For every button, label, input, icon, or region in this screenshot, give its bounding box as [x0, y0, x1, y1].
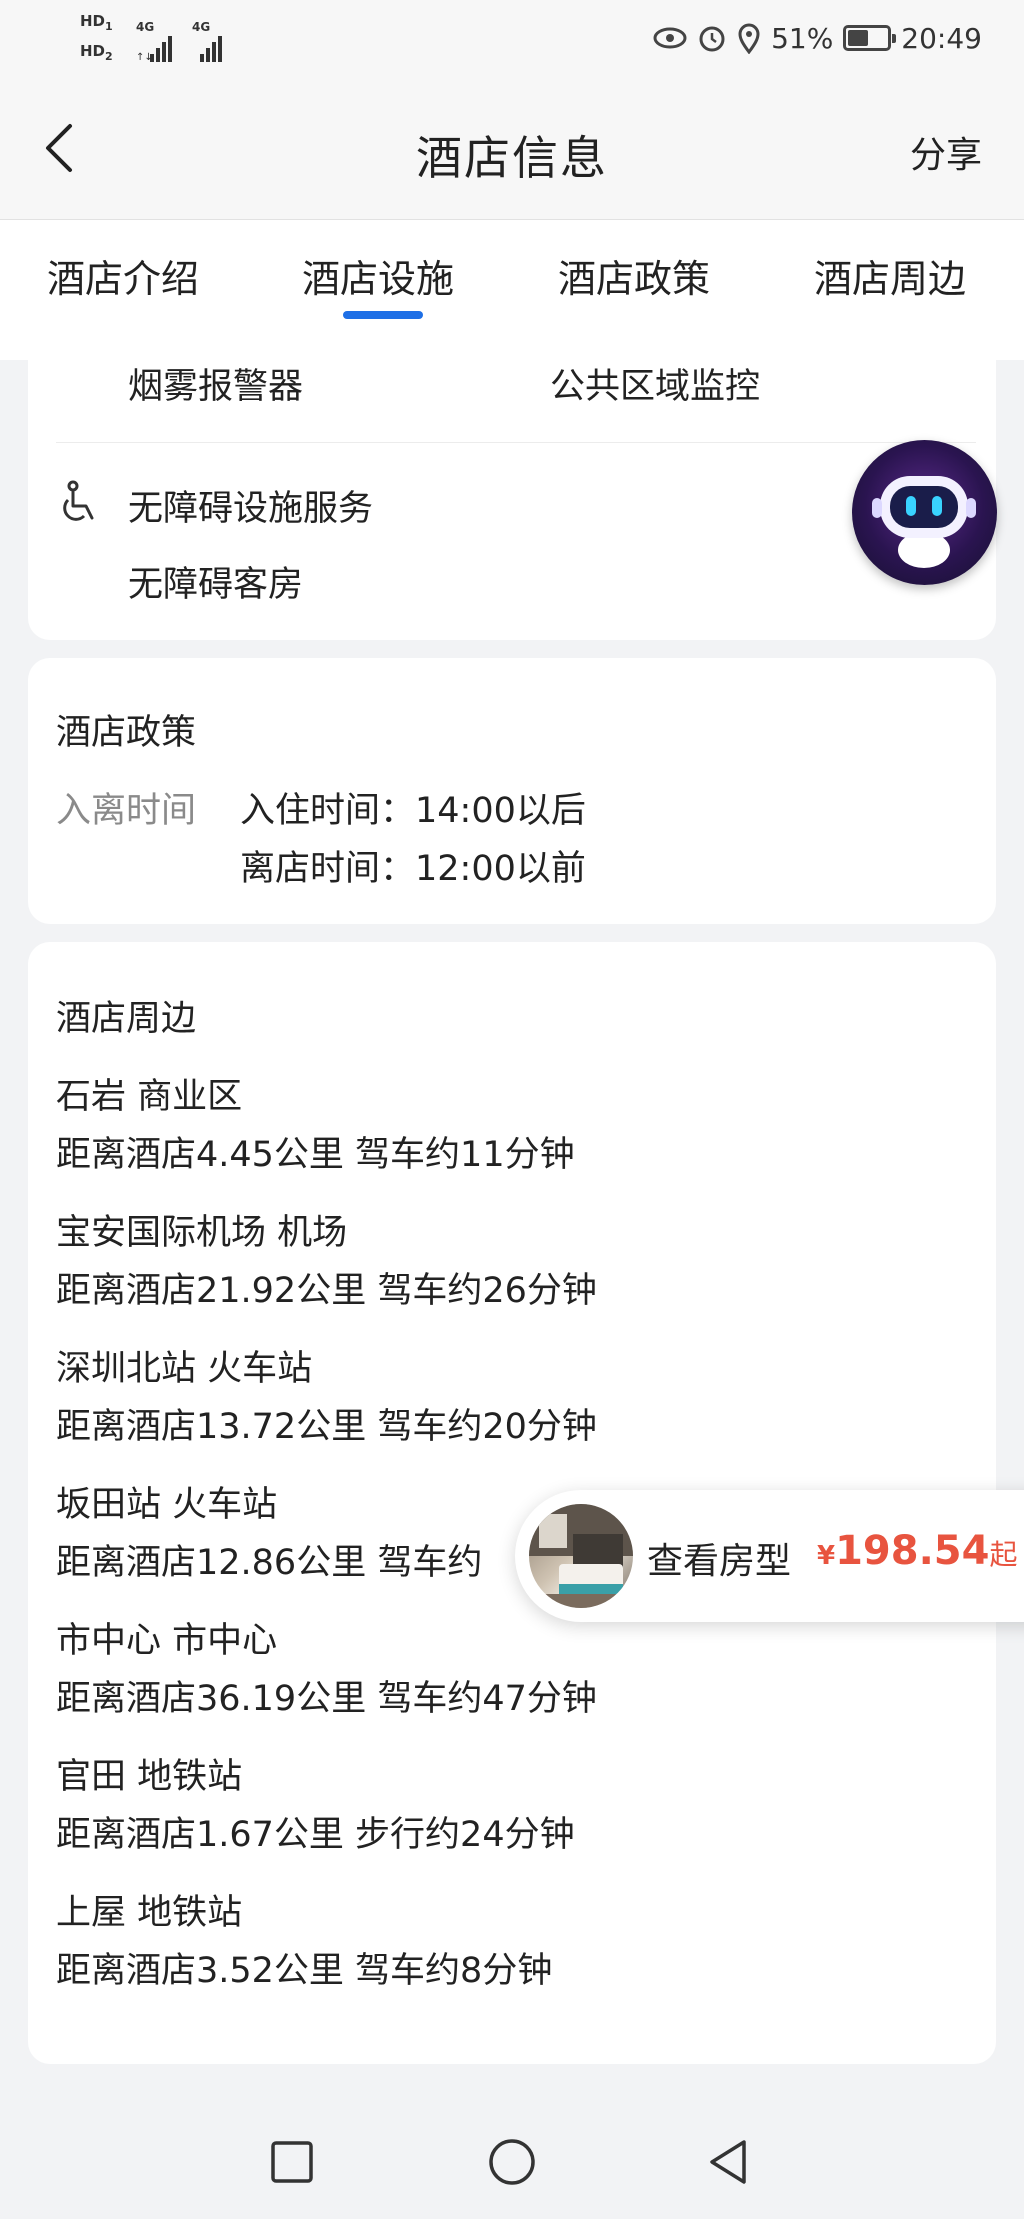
place-detail: 距离酒店3.52公里 驾车约8分钟 — [56, 1951, 553, 1991]
checkout-time: 离店时间：12:00以前 — [240, 849, 586, 889]
facility-item: 烟雾报警器 — [128, 367, 304, 407]
price-currency: ¥ — [817, 1541, 836, 1571]
location-icon — [738, 23, 760, 54]
alarm-icon — [699, 26, 725, 52]
price-amount: 198.54 — [835, 1528, 990, 1574]
nav-recent-icon[interactable] — [270, 2140, 314, 2184]
nav-home-icon[interactable] — [488, 2138, 536, 2186]
checkin-time: 入住时间：14:00以后 — [240, 791, 586, 831]
facilities-card: 烟雾报警器 公共区域监控 无障碍设施服务 无障碍客房 — [28, 340, 996, 640]
signal-bars-2-icon — [200, 36, 222, 62]
place-name: 深圳北站 火车站 — [56, 1349, 313, 1389]
status-bar: HD1 HD2 4G ↑↓ 4G 51% 20:49 — [0, 0, 1024, 78]
battery-percent: 51% — [771, 21, 834, 55]
place-detail: 距离酒店21.92公里 驾车约26分钟 — [56, 1271, 597, 1311]
tab-hotel-nearby[interactable]: 酒店周边 — [814, 248, 966, 303]
place-name: 上屋 地铁站 — [56, 1893, 243, 1933]
place-name: 坂田站 火车站 — [56, 1485, 278, 1525]
view-room-types-label: 查看房型 — [647, 1541, 792, 1582]
room-price: ¥198.54起 — [817, 1528, 1017, 1574]
policy-label: 入离时间 — [56, 791, 197, 831]
divider — [56, 442, 976, 443]
hd-label-1: HD1 — [80, 12, 113, 33]
place-detail: 距离酒店1.67公里 步行约24分钟 — [56, 1815, 575, 1855]
tab-hotel-policy[interactable]: 酒店政策 — [558, 248, 710, 303]
price-suffix: 起 — [989, 1538, 1018, 1571]
policy-title: 酒店政策 — [56, 713, 197, 753]
status-right: 51% 20:49 — [653, 18, 982, 58]
wheelchair-icon — [63, 480, 94, 521]
nearby-title: 酒店周边 — [56, 999, 197, 1039]
view-room-types-button[interactable]: 查看房型 ¥198.54起 — [515, 1490, 1024, 1622]
app-header: 酒店信息 分享 — [0, 78, 1024, 220]
place-detail: 距离酒店12.86公里 驾车约 — [56, 1543, 483, 1583]
place-detail: 距离酒店36.19公里 驾车约47分钟 — [56, 1679, 597, 1719]
system-nav-bar — [0, 2104, 1024, 2219]
place-detail: 距离酒店13.72公里 驾车约20分钟 — [56, 1407, 597, 1447]
place-name: 市中心 市中心 — [56, 1621, 278, 1661]
facility-item: 无障碍客房 — [128, 565, 304, 605]
place-name: 石岩 商业区 — [56, 1077, 243, 1117]
tab-hotel-intro[interactable]: 酒店介绍 — [47, 248, 199, 303]
nav-back-icon[interactable] — [706, 2138, 750, 2186]
share-button[interactable]: 分享 — [910, 126, 982, 178]
active-tab-indicator — [343, 311, 423, 319]
robot-assistant-icon — [872, 476, 976, 568]
accessibility-title: 无障碍设施服务 — [128, 489, 374, 529]
tab-bar: 酒店介绍 酒店设施 酒店政策 酒店周边 — [0, 220, 1024, 360]
robot-assistant-button[interactable] — [852, 440, 997, 585]
page-title: 酒店信息 — [416, 131, 608, 185]
room-thumbnail — [529, 1504, 633, 1608]
policy-card: 酒店政策 入离时间 入住时间：14:00以后 离店时间：12:00以前 — [28, 658, 996, 924]
signal-bars-1-icon: ↑↓ — [136, 36, 172, 63]
tab-hotel-facilities[interactable]: 酒店设施 — [302, 248, 454, 303]
place-detail: 距离酒店4.45公里 驾车约11分钟 — [56, 1135, 575, 1175]
facility-item: 公共区域监控 — [550, 367, 761, 407]
eye-icon — [653, 27, 687, 49]
clock: 20:49 — [901, 21, 982, 55]
place-name: 宝安国际机场 机场 — [56, 1213, 348, 1253]
svg-text:↑↓: ↑↓ — [136, 52, 153, 63]
place-name: 官田 地铁站 — [56, 1757, 243, 1797]
battery-icon — [843, 25, 897, 51]
hd-label-2: HD2 — [80, 42, 113, 63]
